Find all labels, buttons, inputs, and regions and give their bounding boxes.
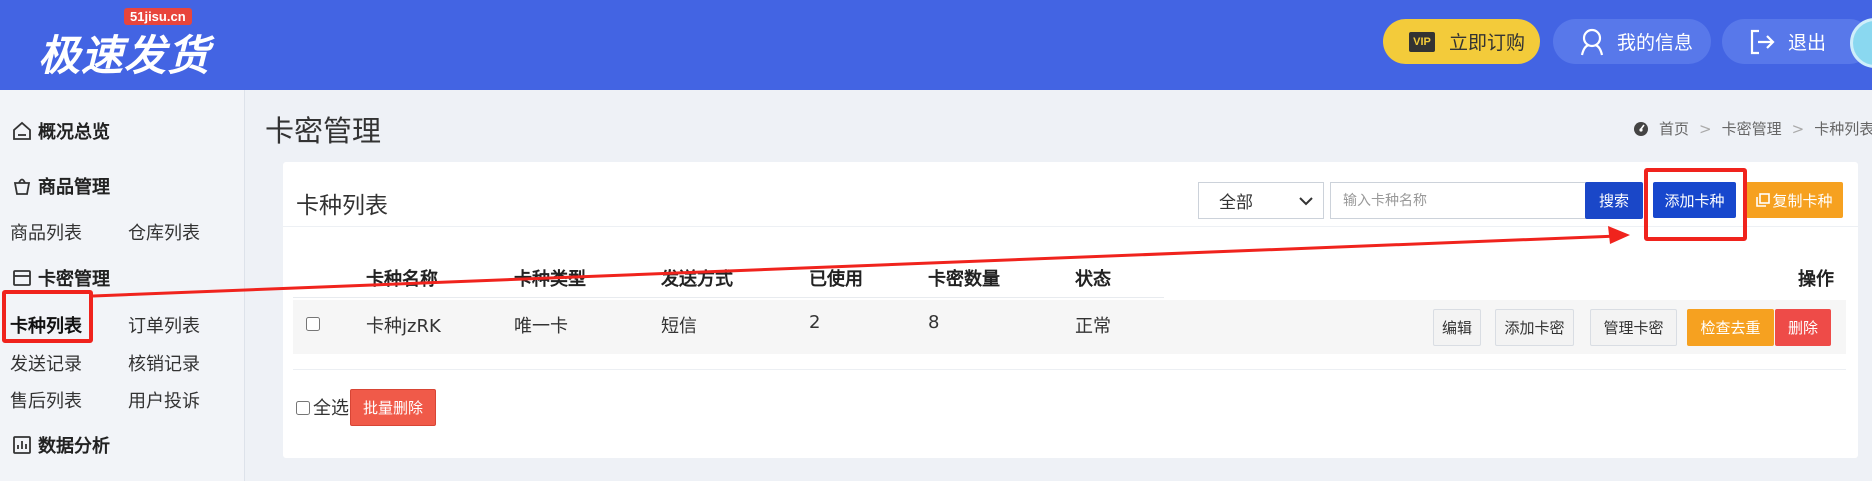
annotation-arrow	[92, 226, 1630, 298]
